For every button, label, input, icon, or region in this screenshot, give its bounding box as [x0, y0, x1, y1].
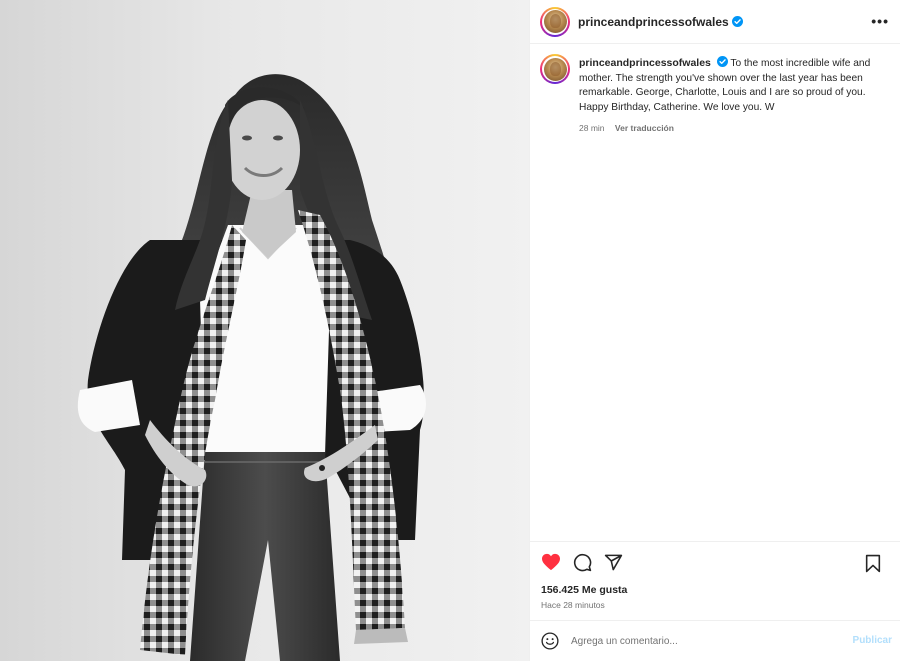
- verified-badge-icon: [716, 56, 728, 67]
- likes-count[interactable]: 156.425 Me gusta: [541, 584, 627, 596]
- emoji-icon[interactable]: [541, 632, 559, 650]
- verified-badge-icon: [731, 16, 743, 27]
- caption-timestamp[interactable]: 28 min: [579, 123, 605, 133]
- comment-icon[interactable]: [571, 551, 593, 573]
- header-username[interactable]: princeandprincessofwales: [578, 15, 729, 29]
- heart-filled-icon[interactable]: [540, 551, 562, 573]
- caption-text: princeandprincessofwales To the most inc…: [579, 56, 879, 115]
- send-icon[interactable]: [602, 551, 624, 573]
- comment-bar: Publicar: [530, 620, 900, 661]
- caption-avatar[interactable]: [540, 54, 570, 84]
- more-options-icon[interactable]: •••: [871, 14, 889, 28]
- comment-input[interactable]: [571, 635, 821, 647]
- post-photo[interactable]: [0, 0, 529, 661]
- post-header: princeandprincessofwales •••: [530, 0, 900, 44]
- publish-button[interactable]: Publicar: [853, 635, 892, 646]
- action-bar: [530, 541, 900, 582]
- caption-meta: 28 min Ver traducción: [579, 123, 879, 133]
- portrait-image: [77, 74, 426, 661]
- post-time[interactable]: Hace 28 minutos: [541, 600, 605, 610]
- caption-username[interactable]: princeandprincessofwales: [579, 57, 711, 69]
- post-side-panel: princeandprincessofwales ••• princeandpr…: [529, 0, 900, 661]
- translate-link[interactable]: Ver traducción: [615, 123, 674, 133]
- avatar[interactable]: [540, 6, 570, 37]
- bookmark-icon[interactable]: [862, 552, 884, 574]
- caption: princeandprincessofwales To the most inc…: [530, 44, 900, 133]
